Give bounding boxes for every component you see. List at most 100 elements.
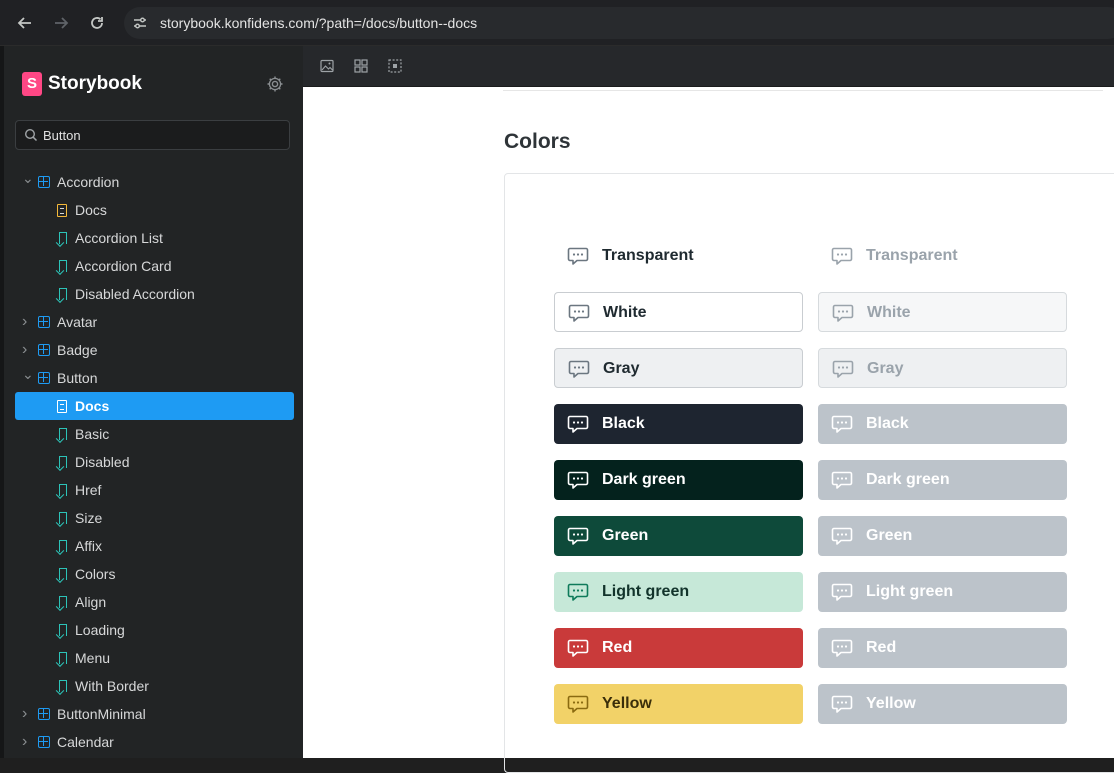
disabled-color-button-yellow: Yellow (818, 684, 1067, 724)
outline-icon[interactable] (388, 59, 402, 73)
sidebar-item-label: Loading (75, 622, 125, 638)
sidebar-item-label: Colors (75, 566, 116, 582)
sidebar-story-item[interactable]: Disabled (4, 448, 303, 476)
sidebar-item-label: ButtonMinimal (57, 706, 146, 722)
button-label: Green (866, 527, 913, 544)
sidebar-story-item[interactable]: Accordion List (4, 224, 303, 252)
component-icon (38, 372, 50, 384)
button-label: Red (866, 639, 897, 656)
bookmark-icon (59, 568, 67, 580)
sidebar-item-label: Basic (75, 426, 110, 442)
sidebar-item-label: Avatar (57, 314, 98, 330)
component-icon (38, 708, 50, 720)
chat-bubble-icon (568, 359, 590, 379)
component-icon (38, 736, 50, 748)
sidebar-item-label: With Border (75, 678, 149, 694)
sidebar-item-label: Disabled (75, 454, 130, 470)
sidebar-docs-item[interactable]: Docs (15, 392, 294, 420)
color-button-yellow[interactable]: Yellow (554, 684, 803, 724)
address-bar[interactable]: storybook.konfidens.com/?path=/docs/butt… (124, 7, 1114, 39)
chat-bubble-icon (831, 638, 853, 658)
chat-bubble-icon (832, 359, 854, 379)
color-button-black[interactable]: Black (554, 404, 803, 444)
bookmark-icon (59, 652, 67, 664)
disabled-color-button-white: White (818, 292, 1067, 332)
color-button-dark-green[interactable]: Dark green (554, 460, 803, 500)
disabled-color-button-transparent: Transparent (818, 236, 1067, 276)
sidebar-item-label: Calendar (57, 734, 114, 750)
chat-bubble-icon (831, 582, 853, 602)
button-label: Gray (867, 360, 904, 377)
chat-bubble-icon (831, 470, 853, 490)
component-icon (38, 176, 50, 188)
sidebar-item-label: Affix (75, 538, 102, 554)
sidebar-story-item[interactable]: Accordion Card (4, 252, 303, 280)
sidebar-component[interactable]: ⌄ Button (4, 364, 303, 392)
button-label: Yellow (602, 695, 652, 712)
docs-canvas: Colors Transparent Transparent White White G… (303, 87, 1114, 773)
grid-icon[interactable] (354, 59, 368, 73)
storybook-logo-icon: S (22, 72, 42, 96)
sidebar-item-label: Accordion List (75, 230, 163, 246)
sidebar-component[interactable]: › Badge (4, 336, 303, 364)
sidebar-story-item[interactable]: Size (4, 504, 303, 532)
chat-bubble-icon (831, 694, 853, 714)
sidebar-component[interactable]: › ButtonMinimal (4, 700, 303, 728)
disabled-color-button-dark-green: Dark green (818, 460, 1067, 500)
sidebar-item-label: Disabled Accordion (75, 286, 195, 302)
sidebar-story-item[interactable]: Affix (4, 532, 303, 560)
chevron-right-icon[interactable]: › (22, 728, 32, 756)
sidebar-component[interactable]: › Avatar (4, 308, 303, 336)
sidebar-story-item[interactable]: Loading (4, 616, 303, 644)
search-input[interactable] (43, 121, 283, 149)
chevron-down-icon[interactable]: ⌄ (22, 164, 34, 192)
bookmark-icon (59, 456, 67, 468)
sidebar-story-item[interactable]: Align (4, 588, 303, 616)
button-label: Black (602, 415, 645, 432)
sidebar-story-item[interactable]: With Border (4, 672, 303, 700)
sidebar-item-label: Docs (75, 202, 107, 218)
color-button-light-green[interactable]: Light green (554, 572, 803, 612)
sidebar-item-label: Accordion (57, 174, 120, 190)
color-button-white[interactable]: White (554, 292, 803, 332)
button-label: Light green (602, 583, 690, 600)
sidebar-item-label: Docs (75, 398, 110, 414)
disabled-color-button-gray: Gray (818, 348, 1067, 388)
sidebar-story-item[interactable]: Disabled Accordion (4, 280, 303, 308)
chat-bubble-icon (567, 414, 589, 434)
component-icon (38, 344, 50, 356)
color-button-gray[interactable]: Gray (554, 348, 803, 388)
site-settings-icon[interactable] (132, 15, 148, 31)
reload-icon[interactable] (86, 12, 108, 34)
chevron-right-icon[interactable]: › (22, 308, 32, 336)
button-label: Light green (866, 583, 954, 600)
sidebar-story-item[interactable]: Colors (4, 560, 303, 588)
sidebar-component[interactable]: › Calendar (4, 728, 303, 756)
color-button-green[interactable]: Green (554, 516, 803, 556)
sidebar-docs-item[interactable]: Docs (4, 196, 303, 224)
document-icon (57, 400, 67, 413)
gear-icon[interactable] (266, 75, 284, 93)
previous-block-edge (503, 87, 1103, 91)
chat-bubble-icon (831, 526, 853, 546)
chevron-right-icon[interactable]: › (22, 700, 32, 728)
sidebar-item-label: Menu (75, 650, 111, 666)
chevron-down-icon[interactable]: ⌄ (22, 360, 34, 388)
sidebar-story-item[interactable]: Menu (4, 644, 303, 672)
component-icon (38, 316, 50, 328)
color-button-transparent[interactable]: Transparent (554, 236, 803, 276)
sidebar-story-item[interactable]: Basic (4, 420, 303, 448)
chat-bubble-icon (567, 470, 589, 490)
image-icon[interactable] (320, 59, 334, 73)
search-box (15, 120, 290, 150)
forward-arrow-icon[interactable] (50, 12, 72, 34)
sidebar-component[interactable]: ⌄ Accordion (4, 168, 303, 196)
chat-bubble-icon (567, 246, 589, 266)
color-button-red[interactable]: Red (554, 628, 803, 668)
sidebar-story-item[interactable]: Href (4, 476, 303, 504)
bookmark-icon (59, 512, 67, 524)
button-label: Dark green (602, 471, 686, 488)
url-text[interactable]: storybook.konfidens.com/?path=/docs/butt… (160, 15, 477, 31)
bookmark-icon (59, 260, 67, 272)
back-arrow-icon[interactable] (14, 12, 36, 34)
